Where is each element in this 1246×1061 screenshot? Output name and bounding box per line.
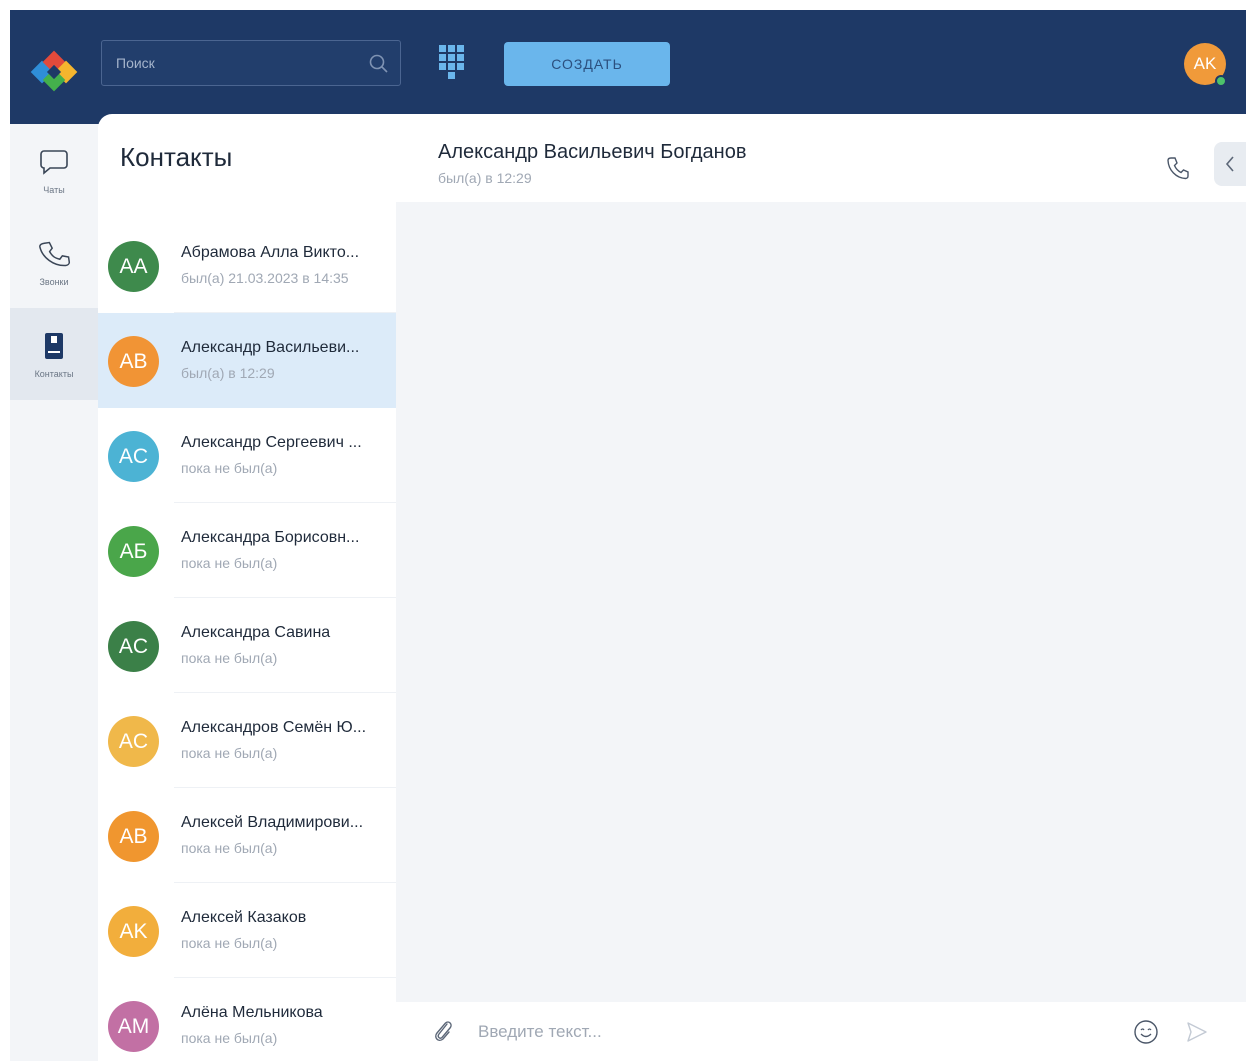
chat-contact-name: Александр Васильевич Богданов [438, 141, 747, 163]
top-bar: СОЗДАТЬ AK [10, 10, 1246, 124]
contact-avatar: AA [108, 241, 159, 292]
contact-name: Александров Семён Ю... [181, 719, 367, 736]
chat-bubble-icon [40, 150, 68, 175]
contact-item[interactable]: AC Александров Семён Ю... пока не был(а) [98, 693, 396, 788]
search-icon[interactable] [368, 53, 390, 75]
contact-avatar: AБ [108, 526, 159, 577]
contact-avatar: AB [108, 336, 159, 387]
chat-contact-status: был(а) в 12:29 [438, 170, 532, 186]
contact-status: пока не был(а) [181, 840, 278, 856]
contact-item[interactable]: AM Алёна Мельникова пока не был(а) [98, 978, 396, 1061]
emoji-icon[interactable] [1132, 1018, 1160, 1046]
contact-status: был(а) в 12:29 [181, 365, 275, 381]
call-phone-icon[interactable] [1164, 154, 1192, 182]
search-input[interactable] [102, 41, 362, 85]
contact-name: Александра Савина [181, 624, 331, 641]
contacts-panel: Контакты AA Абрамова Алла Викто... был(а… [98, 114, 396, 1061]
contact-avatar: AK [108, 906, 159, 957]
nav-item-label: Чаты [43, 185, 65, 195]
message-area [396, 202, 1236, 1002]
contact-item[interactable]: AБ Александра Борисовн... пока не был(а) [98, 503, 396, 598]
nav-item-label: Звонки [39, 277, 69, 287]
attach-paperclip-icon[interactable] [430, 1016, 456, 1046]
contact-item[interactable]: AB Алексей Владимирови... пока не был(а) [98, 788, 396, 883]
contact-avatar: AC [108, 431, 159, 482]
contacts-book-icon [45, 333, 63, 359]
contact-status: пока не был(а) [181, 1030, 278, 1046]
contact-name: Алексей Казаков [181, 909, 307, 926]
contact-item[interactable]: AK Алексей Казаков пока не был(а) [98, 883, 396, 978]
contact-avatar: AC [108, 716, 159, 767]
contact-name: Абрамова Алла Викто... [181, 244, 360, 261]
contact-status: пока не был(а) [181, 745, 278, 761]
contact-status: пока не был(а) [181, 935, 278, 951]
contact-item-selected[interactable]: AB Александр Васильеви... был(а) в 12:29 [98, 313, 396, 408]
app-logo-icon[interactable] [28, 46, 90, 96]
contact-name: Александр Сергеевич ... [181, 434, 362, 451]
collapse-panel-button[interactable] [1214, 142, 1246, 186]
phone-icon [39, 241, 71, 267]
contact-name: Александр Васильеви... [181, 339, 360, 356]
contact-item[interactable]: AC Александра Савина пока не был(а) [98, 598, 396, 693]
contact-name: Алексей Владимирови... [181, 814, 364, 831]
nav-item-contacts[interactable]: Контакты [10, 308, 98, 400]
contact-avatar: AB [108, 811, 159, 862]
message-composer [396, 1002, 1246, 1061]
search-box [101, 40, 401, 86]
contact-name: Алёна Мельникова [181, 1004, 323, 1021]
contacts-title: Контакты [120, 142, 233, 172]
nav-item-calls[interactable]: Звонки [10, 216, 98, 308]
online-status-dot [1215, 75, 1227, 87]
contact-name: Александра Борисовн... [181, 529, 360, 546]
message-input[interactable] [478, 1012, 1098, 1052]
contact-status: пока не был(а) [181, 460, 278, 476]
create-button[interactable]: СОЗДАТЬ [504, 42, 670, 86]
chat-header: Александр Васильевич Богданов был(а) в 1… [396, 114, 1246, 202]
send-icon[interactable] [1182, 1018, 1210, 1046]
contact-status: пока не был(а) [181, 555, 278, 571]
contact-status: пока не был(а) [181, 650, 278, 666]
contact-item[interactable]: AA Абрамова Алла Викто... был(а) 21.03.2… [98, 218, 396, 313]
contact-avatar: AM [108, 1001, 159, 1052]
nav-item-label: Контакты [34, 369, 74, 379]
chevron-left-icon [1225, 156, 1234, 172]
app-window: СОЗДАТЬ AK Чаты Звонки Контакты [10, 10, 1246, 1061]
contact-avatar: AC [108, 621, 159, 672]
dialpad-icon[interactable] [438, 44, 466, 82]
nav-item-chats[interactable]: Чаты [10, 124, 98, 216]
contact-status: был(а) 21.03.2023 в 14:35 [181, 270, 349, 286]
contact-item[interactable]: AC Александр Сергеевич ... пока не был(а… [98, 408, 396, 503]
nav-rail: Чаты Звонки Контакты [10, 124, 98, 1061]
